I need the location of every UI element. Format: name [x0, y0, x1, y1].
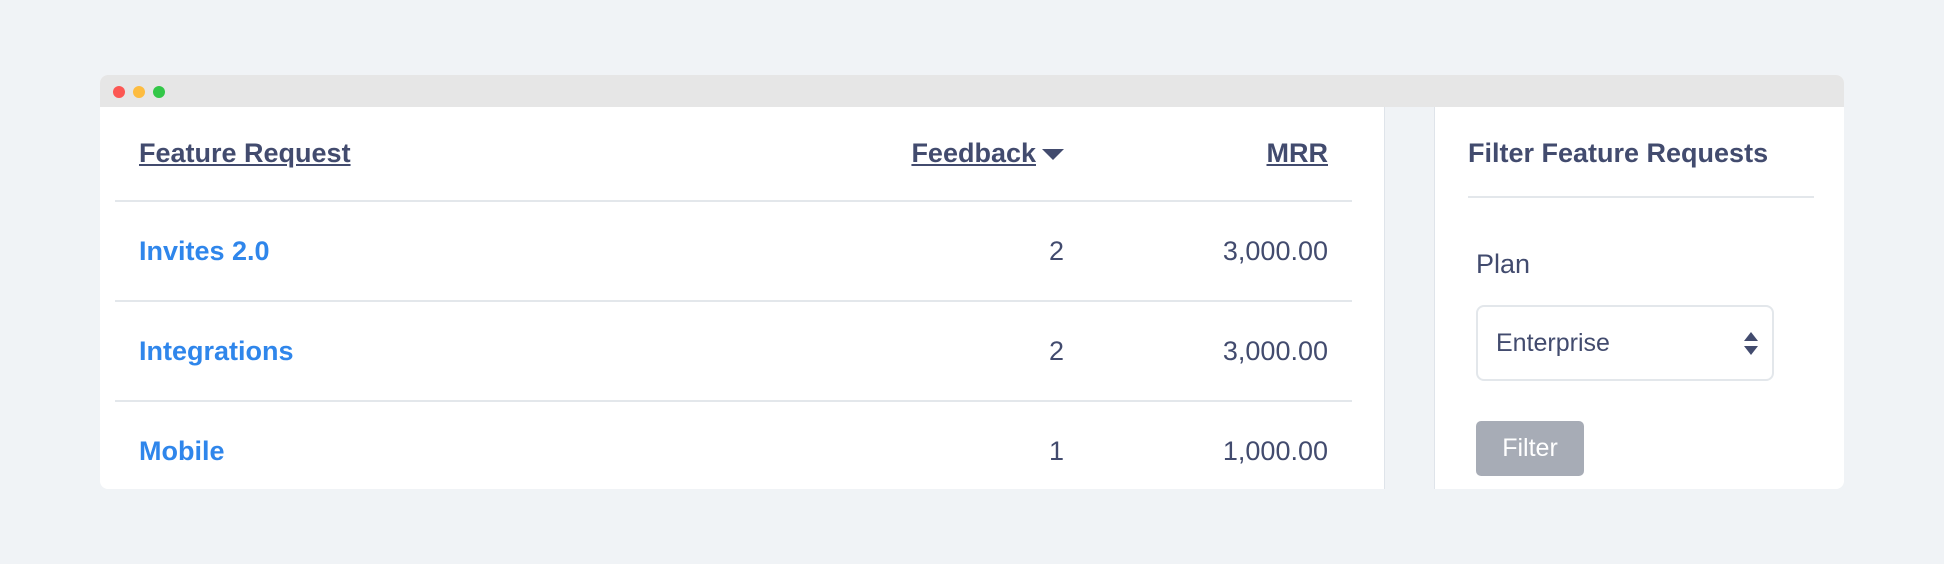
feature-column-header: Feature Request: [115, 107, 758, 202]
sort-by-mrr-link[interactable]: MRR: [1267, 138, 1329, 168]
close-window-button[interactable]: [113, 86, 125, 98]
maximize-window-button[interactable]: [153, 86, 165, 98]
plan-selected-value: Enterprise: [1496, 329, 1610, 357]
arrow-up-icon: [1744, 332, 1758, 341]
minimize-window-button[interactable]: [133, 86, 145, 98]
panel-divider: [1384, 107, 1435, 489]
browser-window: Feature Request Feedback MRR Invites 2.0…: [100, 75, 1844, 489]
mrr-cell: 3,000.00: [1088, 201, 1352, 302]
feature-cell: Mobile: [115, 401, 758, 489]
sidebar-title: Filter Feature Requests: [1468, 107, 1814, 198]
feature-requests-panel: Feature Request Feedback MRR Invites 2.0…: [100, 107, 1384, 489]
filter-sidebar: Filter Feature Requests Plan Enterprise …: [1435, 107, 1844, 489]
plan-select[interactable]: Enterprise: [1476, 305, 1774, 381]
table-header-row: Feature Request Feedback MRR: [115, 107, 1352, 202]
feature-requests-table: Feature Request Feedback MRR Invites 2.0…: [115, 107, 1352, 489]
plan-label: Plan: [1476, 249, 1531, 279]
feedback-count-cell: 1: [1048, 436, 1064, 466]
mrr-cell: 3,000.00: [1088, 301, 1352, 402]
mrr-cell: 1,000.00: [1222, 436, 1328, 466]
feature-cell: Invites 2.0: [115, 201, 758, 302]
feedback-column-header: Feedback: [758, 107, 1088, 202]
caret-down-icon[interactable]: [1042, 149, 1064, 161]
table-row: Integrations 2 3,000.00: [115, 301, 1352, 402]
feature-link[interactable]: Mobile: [139, 436, 225, 466]
sort-by-feedback-link[interactable]: Feedback: [911, 138, 1036, 168]
table-row: Mobile 1 1,000.00: [115, 401, 1352, 489]
select-arrows-icon: [1744, 332, 1758, 356]
sort-by-feature-link[interactable]: Feature Request: [139, 138, 351, 168]
window-titlebar: [100, 75, 1844, 107]
arrow-down-icon: [1744, 346, 1758, 355]
filter-button[interactable]: Filter: [1476, 421, 1584, 476]
feedback-count-cell: 2: [758, 201, 1088, 302]
feature-link[interactable]: Invites 2.0: [139, 236, 270, 266]
mrr-column-header: MRR: [1088, 107, 1352, 202]
feedback-count-cell: 2: [758, 301, 1088, 402]
feature-link[interactable]: Integrations: [139, 336, 294, 366]
table-row: Invites 2.0 2 3,000.00: [115, 201, 1352, 302]
feature-cell: Integrations: [115, 301, 758, 402]
